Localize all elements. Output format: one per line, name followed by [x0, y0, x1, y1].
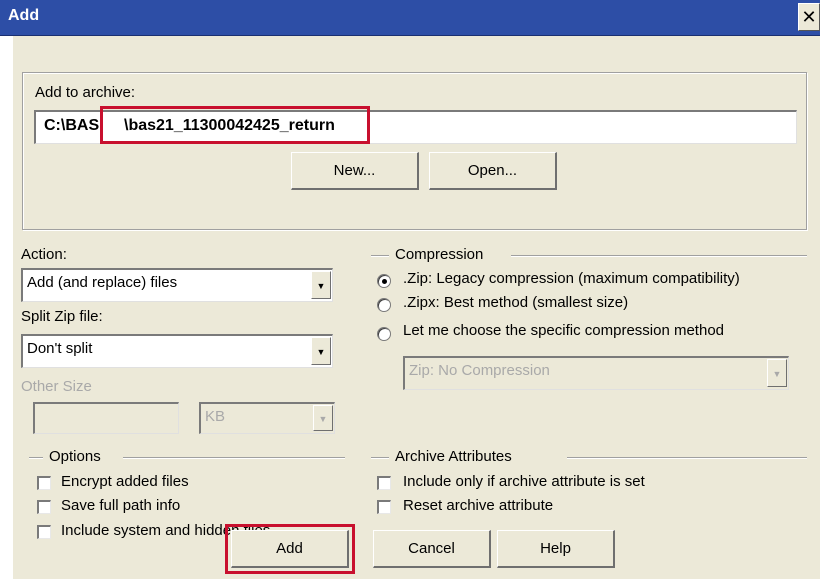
- archive-name-highlight: [100, 106, 370, 144]
- size-unit-value: KB: [205, 408, 226, 425]
- split-select-value: Don't split: [27, 340, 93, 357]
- choose-method-radio[interactable]: [377, 327, 391, 341]
- options-rule-left: [29, 457, 43, 459]
- compression-rule-left: [371, 255, 389, 257]
- zipx-label: .Zipx: Best method (smallest size): [403, 294, 629, 311]
- system-hidden-checkbox[interactable]: [37, 525, 51, 539]
- dialog-body: Add to archive: C:\BAS \bas21_1130004242…: [12, 36, 820, 579]
- archive-group: [22, 72, 807, 230]
- choose-method-label: Let me choose the specific compression m…: [403, 322, 724, 339]
- other-size-input[interactable]: [33, 402, 179, 434]
- close-button[interactable]: ✕: [798, 3, 820, 31]
- archive-attribute-checkbox[interactable]: [377, 476, 391, 490]
- close-icon: ✕: [801, 7, 817, 27]
- full-path-label: Save full path info: [61, 497, 181, 514]
- reset-attribute-checkbox[interactable]: [377, 500, 391, 514]
- chevron-down-icon[interactable]: ▼: [311, 337, 331, 365]
- chevron-down-icon[interactable]: ▼: [311, 271, 331, 299]
- new-button[interactable]: New...: [291, 152, 419, 190]
- archive-attribute-label: Include only if archive attribute is set: [403, 473, 645, 490]
- zipx-radio[interactable]: [377, 298, 391, 312]
- chevron-down-icon[interactable]: ▼: [313, 405, 333, 431]
- add-dialog: Add ✕ Add to archive: C:\BAS \bas21_1130…: [0, 0, 820, 579]
- open-button[interactable]: Open...: [429, 152, 557, 190]
- attributes-title: Archive Attributes: [395, 448, 512, 465]
- add-button-highlight: [225, 524, 355, 574]
- archive-path-prefix: C:\BAS: [44, 117, 100, 134]
- compression-method-value: Zip: No Compression: [409, 362, 550, 379]
- action-label: Action:: [21, 246, 67, 263]
- encrypt-checkbox[interactable]: [37, 476, 51, 490]
- full-path-checkbox[interactable]: [37, 500, 51, 514]
- encrypt-label: Encrypt added files: [61, 473, 189, 490]
- size-unit-select[interactable]: KB ▼: [199, 402, 335, 434]
- split-label: Split Zip file:: [21, 308, 103, 325]
- options-rule-right: [123, 457, 345, 459]
- attributes-rule-right: [567, 457, 807, 459]
- other-size-label: Other Size: [21, 378, 92, 395]
- attributes-rule-left: [371, 457, 389, 459]
- reset-attribute-label: Reset archive attribute: [403, 497, 554, 514]
- cancel-button[interactable]: Cancel: [373, 530, 491, 568]
- title-bar[interactable]: Add ✕: [0, 0, 820, 36]
- chevron-down-icon[interactable]: ▼: [767, 359, 787, 387]
- action-select-value: Add (and replace) files: [27, 274, 178, 291]
- action-select[interactable]: Add (and replace) files ▼: [21, 268, 333, 302]
- options-title: Options: [49, 448, 101, 465]
- archive-label: Add to archive:: [35, 84, 136, 101]
- compression-method-select[interactable]: Zip: No Compression ▼: [403, 356, 789, 390]
- zip-legacy-label: .Zip: Legacy compression (maximum compat…: [403, 270, 740, 287]
- window-title: Add: [8, 7, 40, 24]
- zip-legacy-radio[interactable]: [377, 274, 391, 288]
- compression-title: Compression: [395, 246, 484, 263]
- split-select[interactable]: Don't split ▼: [21, 334, 333, 368]
- compression-rule-right: [511, 255, 807, 257]
- help-button[interactable]: Help: [497, 530, 615, 568]
